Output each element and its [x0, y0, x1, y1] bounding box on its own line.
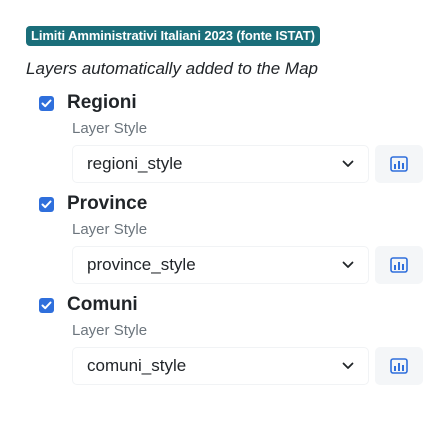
- layers-panel: Limiti Amministrativi Italiani 2023 (fon…: [0, 0, 436, 445]
- dataset-title-badge: Limiti Amministrativi Italiani 2023 (fon…: [26, 26, 320, 46]
- chevron-down-icon: [342, 160, 354, 167]
- chevron-down-icon: [342, 261, 354, 268]
- layers-subtitle: Layers automatically added to the Map: [26, 59, 319, 78]
- layer-header: Comuni: [39, 292, 436, 318]
- check-icon: [41, 99, 52, 107]
- check-icon: [41, 200, 52, 208]
- layer-checkbox[interactable]: [39, 297, 54, 313]
- layer-style-row: province_style: [72, 246, 436, 284]
- layer-style-label: Layer Style: [72, 221, 148, 238]
- layer-header: Province: [39, 191, 436, 217]
- bar-chart-icon: [390, 257, 408, 273]
- chevron-down-icon: [342, 362, 354, 369]
- layer-item-regioni: Regioni Layer Style regioni_style: [39, 90, 436, 183]
- layer-item-comuni: Comuni Layer Style comuni_style: [39, 292, 436, 385]
- bar-chart-icon: [390, 358, 408, 374]
- layer-name: Regioni: [67, 92, 137, 113]
- layer-style-select[interactable]: regioni_style: [72, 145, 369, 183]
- layer-style-label: Layer Style: [72, 120, 148, 137]
- layer-style-select[interactable]: comuni_style: [72, 347, 369, 385]
- layer-header: Regioni: [39, 90, 436, 116]
- layer-list: Regioni Layer Style regioni_style Provin…: [26, 90, 436, 385]
- layer-checkbox[interactable]: [39, 95, 54, 111]
- check-icon: [41, 301, 52, 309]
- layer-style-select[interactable]: province_style: [72, 246, 369, 284]
- layer-style-value: province_style: [87, 255, 196, 274]
- layer-item-province: Province Layer Style province_style: [39, 191, 436, 284]
- layer-style-value: regioni_style: [87, 154, 183, 173]
- layer-legend-button[interactable]: [375, 347, 423, 385]
- layer-checkbox[interactable]: [39, 196, 54, 212]
- bar-chart-icon: [390, 156, 408, 172]
- layer-style-value: comuni_style: [87, 356, 187, 375]
- layer-legend-button[interactable]: [375, 246, 423, 284]
- layer-legend-button[interactable]: [375, 145, 423, 183]
- layer-style-label: Layer Style: [72, 322, 148, 339]
- layer-style-row: comuni_style: [72, 347, 436, 385]
- layer-name: Province: [67, 193, 148, 214]
- layer-name: Comuni: [67, 294, 138, 315]
- layer-style-row: regioni_style: [72, 145, 436, 183]
